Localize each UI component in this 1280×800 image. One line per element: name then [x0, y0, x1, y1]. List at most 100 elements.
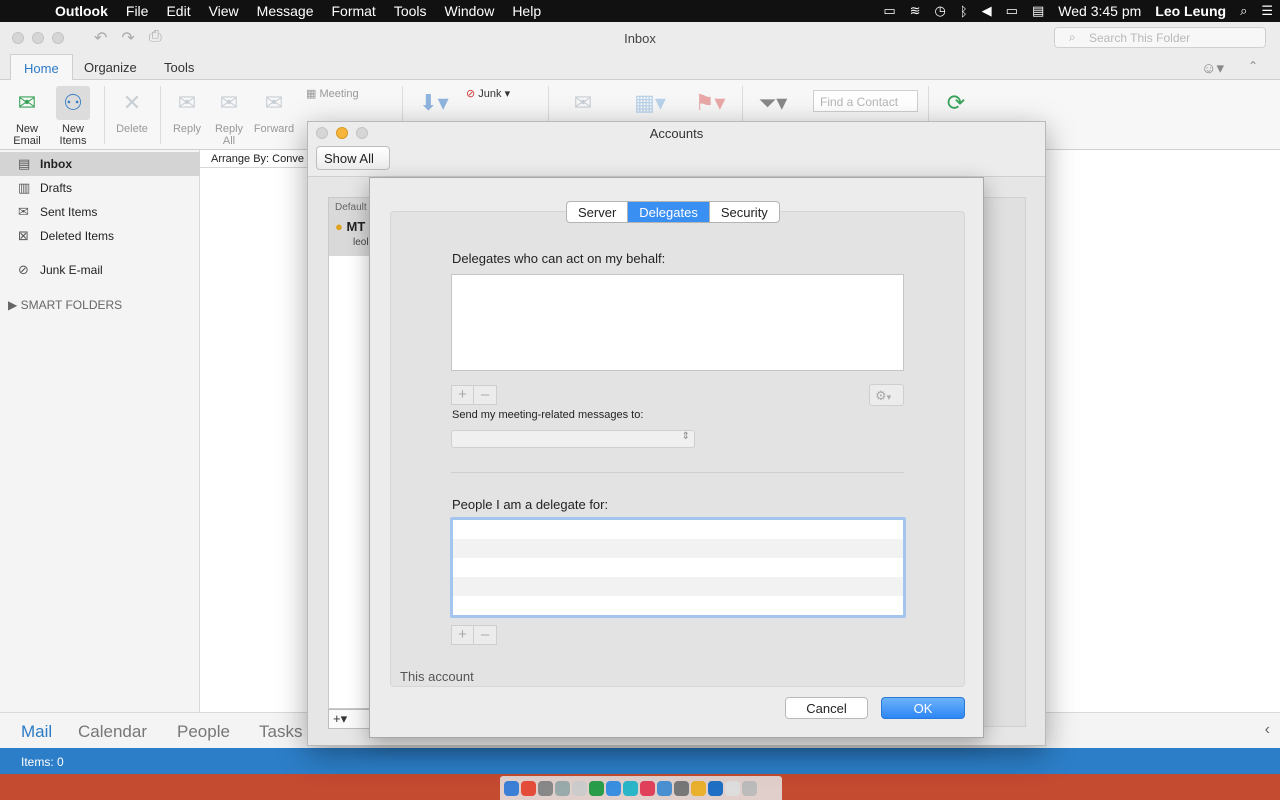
add-account-button[interactable]: +▾ [328, 709, 372, 729]
updown-arrow-icon: ⇕ [681, 431, 690, 442]
finder-icon[interactable] [504, 780, 519, 796]
menu-file[interactable]: File [117, 3, 158, 19]
menu-window[interactable]: Window [436, 3, 504, 19]
forward-button[interactable]: ✉ Forward [252, 86, 296, 136]
sidebar-item-junk-email[interactable]: ⊘ Junk E-mail [0, 258, 200, 282]
list-row [453, 596, 903, 615]
kindle-icon[interactable] [623, 780, 638, 796]
list-row [453, 558, 903, 577]
feedback-smiley-icon[interactable]: ☺▾ [1201, 59, 1224, 77]
show-all-button[interactable]: Show All [316, 146, 390, 170]
delegate-for-list[interactable] [450, 517, 906, 618]
chevron-left-icon[interactable]: ‹ [1265, 721, 1270, 739]
remove-delegate-button[interactable]: – [474, 386, 496, 404]
menu-view[interactable]: View [200, 3, 248, 19]
chrome-icon[interactable] [521, 780, 536, 796]
settings-tab-control: Server Delegates Security [566, 201, 780, 223]
account-list-item[interactable]: Default ● MT leol [329, 198, 371, 256]
time-machine-icon[interactable]: ◷ [928, 3, 953, 19]
tab-server[interactable]: Server [567, 202, 629, 222]
junk-label: Junk [478, 88, 502, 100]
excel-icon[interactable] [589, 780, 604, 796]
ok-button[interactable]: OK [881, 697, 965, 719]
documents-icon[interactable] [725, 780, 740, 796]
sidebar-item-sent-items[interactable]: ✉ Sent Items [0, 200, 200, 224]
nav-calendar[interactable]: Calendar [78, 722, 147, 742]
tab-home[interactable]: Home [10, 54, 73, 81]
delegate-settings-button[interactable]: ⚙▾ [869, 384, 904, 406]
nav-people[interactable]: People [177, 722, 230, 742]
sidebar-item-deleted-items[interactable]: ⊠ Deleted Items [0, 224, 200, 248]
smart-folders-toggle[interactable]: ▶ SMART FOLDERS [8, 298, 122, 312]
new-email-icon: ✉ [17, 90, 37, 115]
delete-label: Delete [116, 123, 148, 135]
spotlight-icon[interactable]: ⌕ [1233, 3, 1254, 19]
sync-button[interactable]: ⟳ [938, 86, 974, 123]
sidebar-item-inbox[interactable]: ▤ Inbox [0, 152, 200, 176]
delegates-list[interactable] [451, 274, 904, 371]
follow-up-button[interactable]: ⚑▾ [688, 86, 732, 123]
itunes-icon[interactable] [640, 780, 655, 796]
remove-delegate-for-button[interactable]: – [474, 626, 496, 644]
bluetooth-icon[interactable]: ᛒ [953, 4, 975, 19]
outlook-icon[interactable] [708, 780, 723, 796]
system-preferences-icon[interactable] [674, 780, 689, 796]
menu-tools[interactable]: Tools [385, 3, 436, 19]
cancel-button[interactable]: Cancel [785, 697, 868, 719]
add-delegate-button[interactable]: + [452, 386, 474, 404]
categorize-button[interactable]: ▦▾ [628, 86, 672, 123]
junk-button[interactable]: ⊘ Junk ▾ [466, 88, 536, 100]
gear-icon: ⚙ [875, 388, 887, 403]
tab-delegates[interactable]: Delegates [628, 202, 710, 222]
sent-items-icon: ✉ [18, 204, 29, 219]
tab-security[interactable]: Security [710, 202, 779, 222]
volume-icon[interactable]: ◀ [975, 3, 999, 19]
menu-message[interactable]: Message [248, 3, 323, 19]
photos-icon[interactable] [691, 780, 706, 796]
flag-icon[interactable]: ▤ [1025, 3, 1051, 19]
app-menu[interactable]: Outlook [46, 3, 117, 19]
calendar-icon[interactable] [572, 780, 587, 796]
wifi-icon[interactable]: ≋ [903, 3, 928, 19]
send-receive-mail-button[interactable]: ✉ [564, 86, 602, 123]
new-items-button[interactable]: ⚇ New Items [50, 86, 96, 147]
delegate-for-label: People I am a delegate for: [452, 497, 609, 512]
nav-mail[interactable]: Mail [21, 722, 52, 742]
sidebar-item-drafts[interactable]: ▥ Drafts [0, 176, 200, 200]
menubar-user[interactable]: Leo Leung [1148, 3, 1233, 19]
menu-format[interactable]: Format [322, 3, 384, 19]
meeting-recipient-select[interactable]: ⇕ [451, 430, 695, 448]
delegate-for-add-remove: + – [451, 625, 497, 645]
trash-icon[interactable] [742, 780, 757, 796]
sheet-content-box: Delegates who can act on my behalf: + – … [390, 211, 965, 687]
airplay-icon[interactable]: ▭ [876, 3, 902, 19]
search-input[interactable]: ⌕ Search This Folder [1054, 27, 1266, 48]
tab-tools[interactable]: Tools [151, 54, 207, 81]
delete-button[interactable]: ✕ Delete [112, 86, 152, 136]
safari-icon[interactable] [606, 780, 621, 796]
reply-all-button[interactable]: ✉ Reply All [210, 86, 248, 148]
add-delegate-for-button[interactable]: + [452, 626, 474, 644]
collapse-ribbon-icon[interactable]: ⌃ [1248, 59, 1258, 73]
menu-help[interactable]: Help [503, 3, 550, 19]
arrange-by-button[interactable]: Arrange By: Conve [200, 150, 310, 168]
meeting-button[interactable]: ▦ Meeting [306, 88, 376, 100]
launchpad-icon[interactable] [538, 780, 553, 796]
nav-tasks[interactable]: Tasks [259, 722, 302, 742]
preview-icon[interactable] [555, 780, 570, 796]
filter-button[interactable]: ⏷▾ [750, 86, 796, 123]
tab-organize[interactable]: Organize [71, 54, 150, 81]
move-button[interactable]: ⬇▾ [412, 86, 456, 123]
reply-button[interactable]: ✉ Reply [168, 86, 206, 136]
sidebar-item-label: Deleted Items [40, 229, 115, 243]
menubar-clock[interactable]: Wed 3:45 pm [1051, 3, 1148, 19]
menu-edit[interactable]: Edit [157, 3, 199, 19]
sidebar-item-label: Drafts [40, 181, 73, 195]
notification-center-icon[interactable]: ☰ [1254, 3, 1280, 19]
find-contact-input[interactable]: Find a Contact [813, 90, 918, 112]
search-placeholder: Search This Folder [1089, 31, 1191, 45]
battery-icon[interactable]: ▭ [999, 3, 1025, 19]
app-store-icon[interactable] [657, 780, 672, 796]
new-email-button[interactable]: ✉ New Email [8, 86, 46, 148]
account-status-icon: ● [335, 219, 343, 234]
